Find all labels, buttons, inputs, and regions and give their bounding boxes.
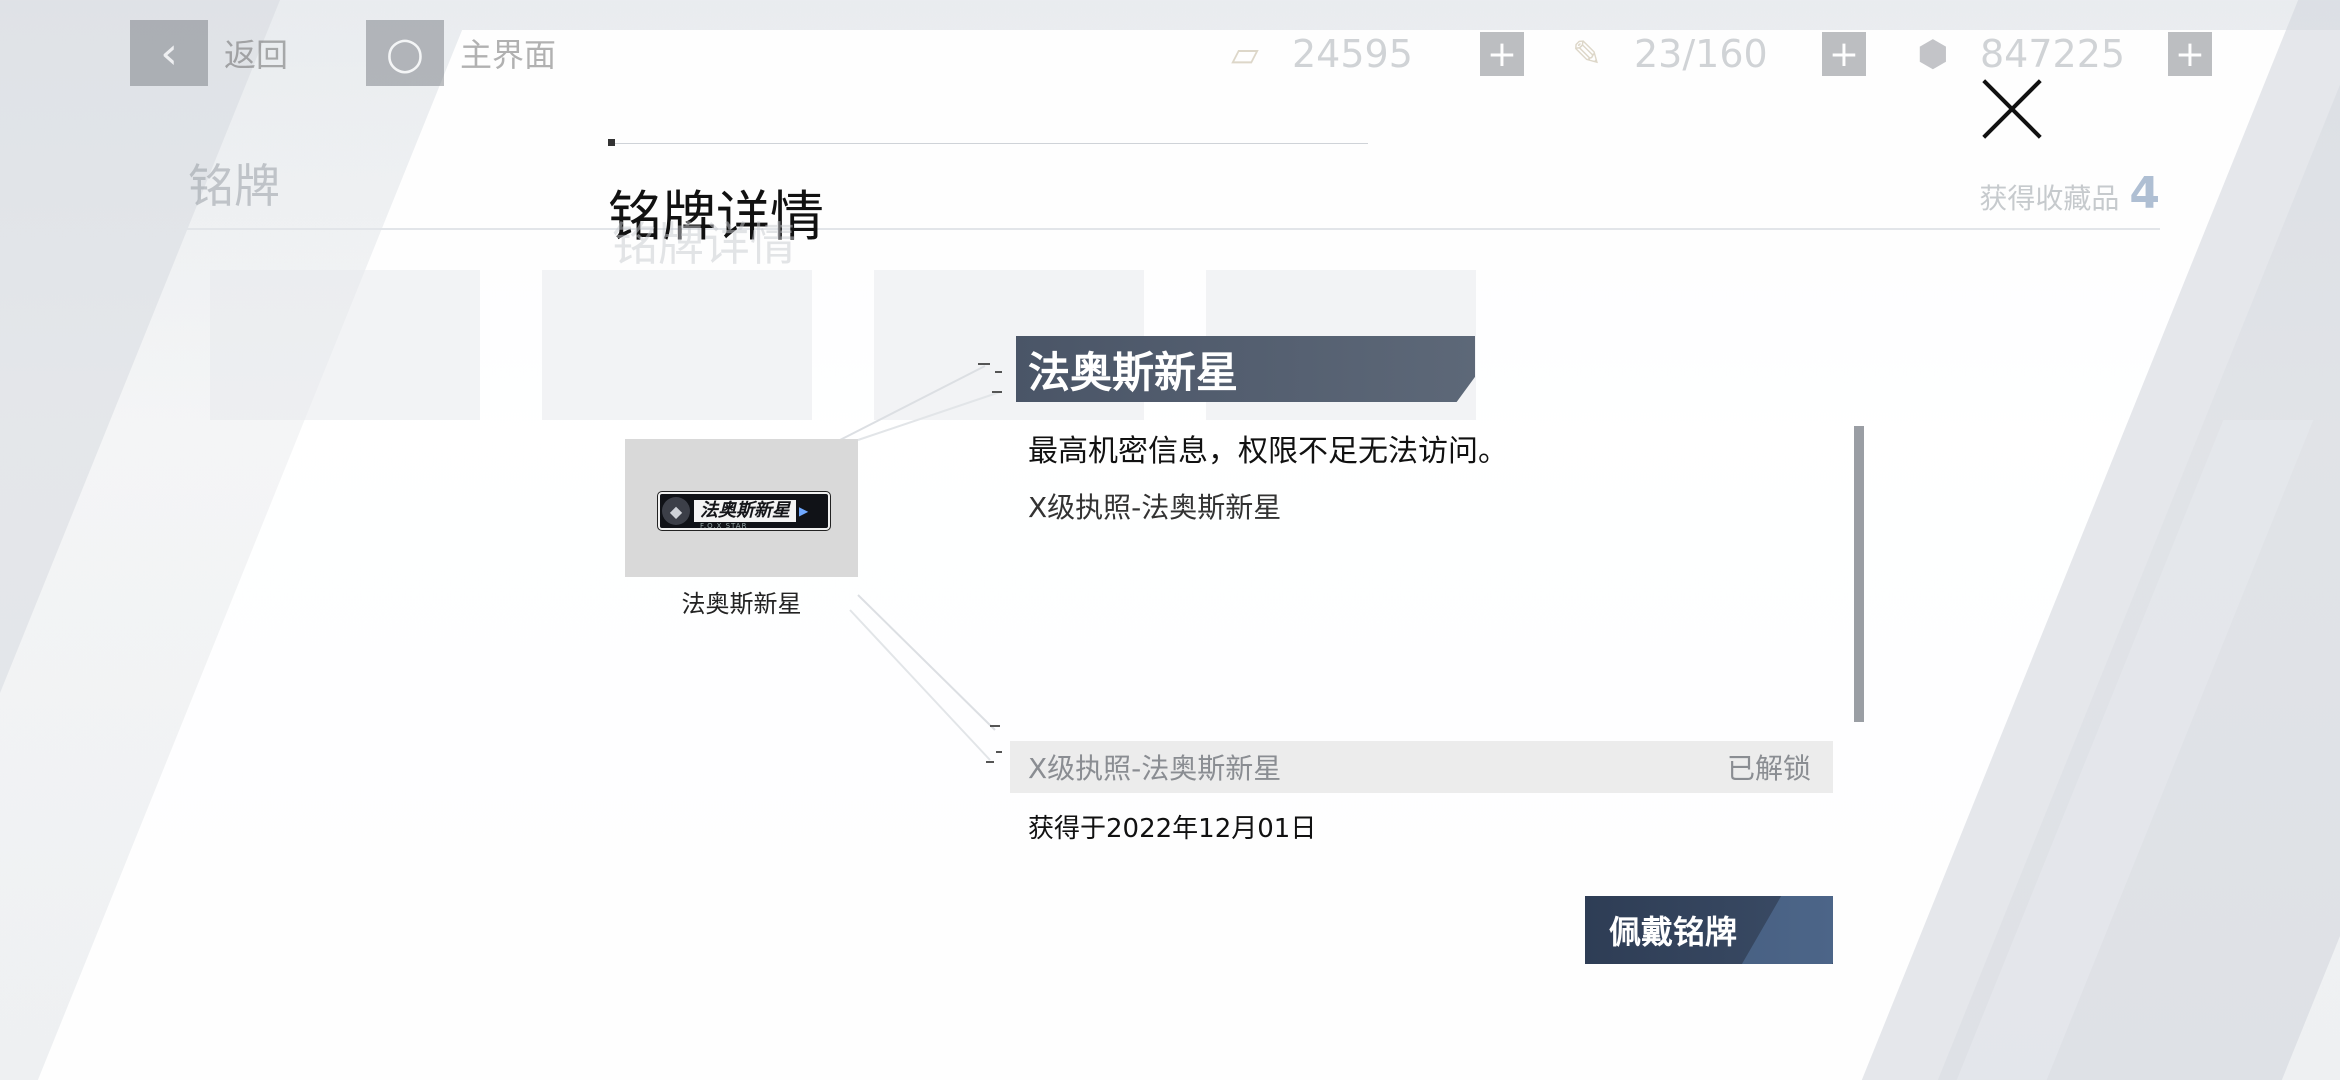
nameplate-subtext: F.O.X STAR (700, 522, 748, 530)
play-arrow-icon: ▶ (799, 504, 809, 518)
title-rule (608, 143, 1368, 144)
nameplate-image: ◆ 法奥斯新星 ▶ F.O.X STAR (658, 492, 830, 530)
background-card (210, 270, 480, 420)
circle-icon: ○ (366, 20, 444, 86)
unlock-condition-name: X级执照-法奥斯新星 (1028, 752, 1282, 785)
collected-number: 4 (2129, 168, 2160, 219)
resource-value: 847225 (1980, 32, 2126, 76)
unlock-status: 已解锁 (1726, 752, 1811, 785)
unlock-condition-row: X级执照-法奥斯新星 已解锁 (1010, 741, 1833, 793)
add-stamina-button[interactable]: + (1822, 32, 1866, 76)
scrollbar[interactable] (1854, 426, 1864, 722)
back-button[interactable]: ‹ 返回 (130, 20, 288, 86)
title-rule-dot (608, 139, 615, 146)
background-card (542, 270, 812, 420)
coin-icon: ⬢ (1917, 33, 1949, 75)
chevron-left-icon: ‹ (130, 20, 208, 86)
collected-label: 获得收藏品 (1979, 182, 2120, 215)
resource-value: 24595 (1292, 32, 1413, 76)
add-coin-button[interactable]: + (2168, 32, 2212, 76)
resource-stamina: ✎ 23/160 + (1562, 22, 1866, 86)
stamina-icon: ✎ (1571, 33, 1603, 75)
nameplate-tile[interactable]: ◆ 法奥斯新星 ▶ F.O.X STAR (625, 439, 858, 577)
nameplate-caption: 法奥斯新星 (681, 590, 802, 618)
collected-count: 获得收藏品 4 (1979, 168, 2160, 219)
nameplate-description: 最高机密信息，权限不足无法访问。 (1028, 434, 1508, 469)
resource-value: 23/160 (1634, 32, 1768, 76)
nameplate-header-text: 法奥斯新星 (1028, 347, 1239, 397)
resource-ticket: ▱ 24595 + (1220, 22, 1524, 86)
obtained-date: 获得于2022年12月01日 (1028, 814, 1317, 844)
equip-button-label: 佩戴铭牌 (1609, 913, 1738, 951)
back-label: 返回 (224, 36, 289, 74)
section-title: 铭牌 (188, 159, 280, 213)
dialog-title-shadow: 铭牌详情 (612, 217, 796, 271)
nameplate-header: 法奥斯新星 (1016, 336, 1475, 402)
license-text: X级执照-法奥斯新星 (1028, 491, 1282, 524)
wolf-emblem-icon: ◆ (662, 497, 690, 525)
ticket-icon: ▱ (1231, 33, 1259, 75)
home-label: 主界面 (460, 36, 557, 74)
resource-coin: ⬢ 847225 + (1908, 22, 2212, 86)
home-button[interactable]: ○ 主界面 (366, 20, 556, 86)
equip-nameplate-button[interactable]: 佩戴铭牌 (1585, 896, 1833, 964)
close-button[interactable] (1976, 74, 2046, 144)
nameplate-text: 法奥斯新星 (694, 500, 796, 522)
add-ticket-button[interactable]: + (1480, 32, 1524, 76)
divider (180, 228, 2160, 230)
